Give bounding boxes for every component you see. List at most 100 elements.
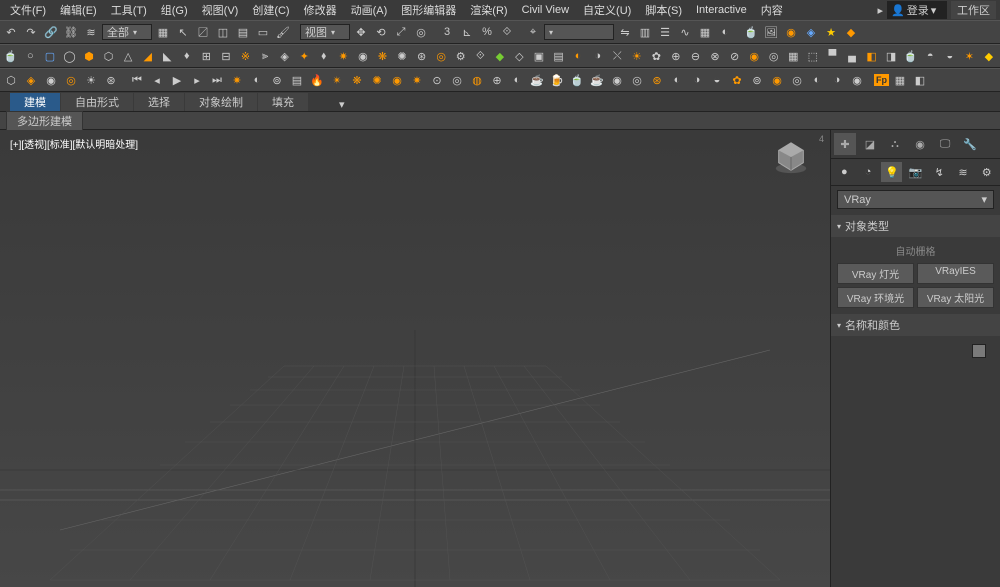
lights-icon[interactable]: 💡 — [881, 162, 902, 182]
tab-modeling[interactable]: 建模 — [10, 93, 60, 111]
tab-populate[interactable]: 填充 — [258, 93, 308, 111]
misc-z-icon[interactable]: ◎ — [765, 47, 783, 65]
helper-icon[interactable]: ⊟ — [217, 47, 235, 65]
t3-j-icon[interactable]: ◎ — [448, 71, 466, 89]
misc-o-icon[interactable]: ▤ — [550, 47, 568, 65]
object-type-header[interactable]: ▾ 对象类型 — [831, 215, 1000, 237]
schematic-icon[interactable]: ▦ — [696, 23, 714, 41]
geometry-icon[interactable]: ● — [834, 162, 855, 182]
fp-badge[interactable]: Fp — [874, 74, 889, 86]
misc-m-icon[interactable]: ◇ — [511, 47, 529, 65]
create-a-icon[interactable]: ⬢ — [80, 47, 98, 65]
ext-j-icon[interactable]: ✶ — [961, 47, 979, 65]
orb-l-icon[interactable]: ◑ — [828, 71, 846, 89]
misc-x-icon[interactable]: ⊘ — [726, 47, 744, 65]
misc-v-icon[interactable]: ⊖ — [687, 47, 705, 65]
box-icon[interactable]: ▢ — [41, 47, 59, 65]
menu-tools[interactable]: 工具(T) — [105, 0, 153, 20]
t3-e-icon[interactable]: ☀ — [82, 71, 100, 89]
menu-graph-editors[interactable]: 图形编辑器 — [395, 0, 462, 20]
t3-a-icon[interactable]: ⬡ — [2, 71, 20, 89]
ext-d-icon[interactable]: ▄ — [843, 47, 861, 65]
menu-interactive[interactable]: Interactive — [690, 2, 753, 18]
fire-a-icon[interactable]: 🔥 — [308, 71, 326, 89]
scale-icon[interactable]: ⤢ — [392, 23, 410, 41]
ext-k-icon[interactable]: ◆ — [980, 47, 998, 65]
menu-group[interactable]: 组(G) — [155, 0, 194, 20]
misc-c-icon[interactable]: ⬧ — [315, 47, 333, 65]
fire-c-icon[interactable]: ❋ — [348, 71, 366, 89]
misc-u-icon[interactable]: ⊕ — [667, 47, 685, 65]
menu-content[interactable]: 内容 — [755, 0, 789, 20]
ext-b-icon[interactable]: ⬚ — [804, 47, 822, 65]
key-mode-icon[interactable]: ✷ — [228, 71, 246, 89]
helpers-icon[interactable]: ↯ — [929, 162, 950, 182]
prev-frame-icon[interactable]: ◂ — [148, 71, 166, 89]
vray-a-icon[interactable]: ◈ — [802, 23, 820, 41]
fire-f-icon[interactable]: ✷ — [408, 71, 426, 89]
placement-icon[interactable]: ◎ — [412, 23, 430, 41]
polygon-modeling-dropdown[interactable]: 多边形建模 — [6, 111, 83, 131]
goto-start-icon[interactable]: ⏮ — [128, 71, 146, 89]
named-selection-icon[interactable]: ⌖ — [524, 23, 542, 41]
filter-icon[interactable]: ▦ — [154, 23, 172, 41]
mirror-icon[interactable]: ⇋ — [616, 23, 634, 41]
all-filter-dropdown[interactable]: 全部▾ — [102, 24, 152, 40]
material-icon[interactable]: ◐ — [716, 23, 734, 41]
misc-t-icon[interactable]: ✿ — [648, 47, 666, 65]
misc-f-icon[interactable]: ❋ — [374, 47, 392, 65]
misc-w-icon[interactable]: ⊗ — [706, 47, 724, 65]
name-color-header[interactable]: ▾ 名称和颜色 — [831, 314, 1000, 336]
layer-icon[interactable]: ☰ — [656, 23, 674, 41]
vray-ies-button[interactable]: VRayIES — [917, 263, 994, 284]
camera-icon[interactable]: ⊞ — [198, 47, 216, 65]
vray-sun-button[interactable]: VRay 太阳光 — [917, 287, 994, 308]
misc-h-icon[interactable]: ⊛ — [413, 47, 431, 65]
misc-d-icon[interactable]: ✷ — [335, 47, 353, 65]
menu-create[interactable]: 创建(C) — [246, 0, 295, 20]
next-frame-icon[interactable]: ▸ — [188, 71, 206, 89]
ext-f-icon[interactable]: ◨ — [882, 47, 900, 65]
vray-c-icon[interactable]: ◆ — [842, 23, 860, 41]
modify-tab-icon[interactable]: ◪ — [859, 133, 881, 155]
orb-a-icon[interactable]: ◉ — [608, 71, 626, 89]
orb-m-icon[interactable]: ◉ — [848, 71, 866, 89]
orb-i-icon[interactable]: ◉ — [768, 71, 786, 89]
t3-c-icon[interactable]: ◉ — [42, 71, 60, 89]
misc-k-icon[interactable]: ⟐ — [472, 47, 490, 65]
utilities-tab-icon[interactable]: 🔧 — [959, 133, 981, 155]
rotate-icon[interactable]: ⟲ — [372, 23, 390, 41]
align-icon[interactable]: ▥ — [636, 23, 654, 41]
goto-end-icon[interactable]: ⏭ — [208, 71, 226, 89]
misc-a-icon[interactable]: ◈ — [276, 47, 294, 65]
shapes-icon[interactable]: ◔ — [858, 162, 879, 182]
fire-b-icon[interactable]: ✴ — [328, 71, 346, 89]
hierarchy-tab-icon[interactable]: ⛬ — [884, 133, 906, 155]
drink-c-icon[interactable]: 🍵 — [568, 71, 586, 89]
misc-l-icon[interactable]: ◆ — [491, 47, 509, 65]
login-box[interactable]: 👤 登录 ▾ — [887, 1, 947, 19]
orb-j-icon[interactable]: ◎ — [788, 71, 806, 89]
t3-f-icon[interactable]: ⊛ — [102, 71, 120, 89]
misc-s-icon[interactable]: ☀ — [628, 47, 646, 65]
misc-r-icon[interactable]: ⤬ — [608, 47, 626, 65]
menu-script[interactable]: 脚本(S) — [639, 0, 688, 20]
create-tab-icon[interactable]: ✚ — [834, 133, 856, 155]
create-d-icon[interactable]: ◢ — [139, 47, 157, 65]
end-b-icon[interactable]: ◧ — [911, 71, 929, 89]
misc-b-icon[interactable]: ✦ — [295, 47, 313, 65]
menu-view[interactable]: 视图(V) — [196, 0, 245, 20]
t3-l-icon[interactable]: ⊕ — [488, 71, 506, 89]
link-icon[interactable]: 🔗 — [42, 23, 60, 41]
ext-c-icon[interactable]: ▀ — [824, 47, 842, 65]
undo-icon[interactable]: ↶ — [2, 23, 20, 41]
move-icon[interactable]: ✥ — [352, 23, 370, 41]
menu-edit[interactable]: 编辑(E) — [54, 0, 103, 20]
orb-f-icon[interactable]: ◒ — [708, 71, 726, 89]
select-by-name-icon[interactable]: ▤ — [234, 23, 252, 41]
misc-e-icon[interactable]: ◉ — [354, 47, 372, 65]
misc-p-icon[interactable]: ◐ — [569, 47, 587, 65]
orb-g-icon[interactable]: ✿ — [728, 71, 746, 89]
orb-d-icon[interactable]: ◐ — [668, 71, 686, 89]
menu-modifiers[interactable]: 修改器 — [298, 0, 343, 20]
